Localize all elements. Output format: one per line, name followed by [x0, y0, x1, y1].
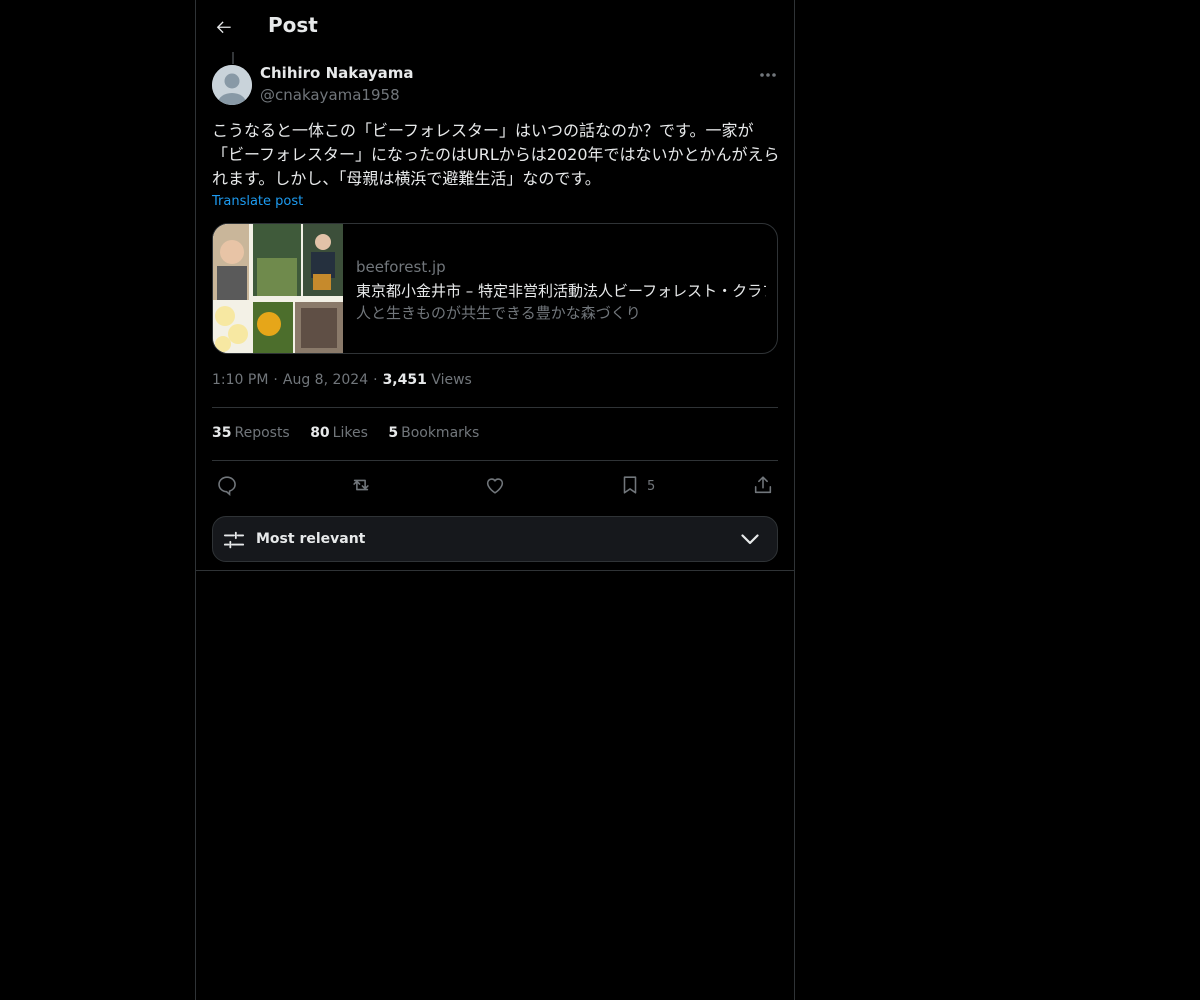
- bookmarks-stat[interactable]: 5 Bookmarks: [388, 425, 479, 441]
- sliders-icon: [223, 531, 245, 549]
- default-avatar-icon: [212, 65, 252, 105]
- divider: [196, 570, 794, 571]
- thread-line: [232, 52, 234, 64]
- divider: [212, 460, 778, 461]
- share-button[interactable]: [752, 472, 774, 498]
- chevron-down-icon: [741, 534, 759, 545]
- avatar[interactable]: [212, 65, 252, 105]
- repost-button[interactable]: [350, 472, 372, 498]
- link-card-domain: beeforest.jp: [356, 258, 446, 276]
- share-icon: [754, 476, 772, 494]
- bookmark-count: 5: [647, 478, 656, 494]
- repost-icon: [353, 479, 369, 491]
- like-button[interactable]: [484, 472, 506, 498]
- page-title: Post: [268, 13, 318, 37]
- views-label: Views: [431, 372, 472, 388]
- reply-button[interactable]: [216, 472, 238, 498]
- back-button[interactable]: [208, 11, 240, 43]
- post-time[interactable]: 1:10 PM: [212, 372, 268, 388]
- post-header: Post: [196, 0, 794, 54]
- bookmark-button[interactable]: 5: [619, 472, 655, 498]
- arrow-left-icon: [216, 21, 231, 34]
- link-card-thumbnail: [213, 224, 343, 353]
- meta-separator: ·: [273, 372, 278, 388]
- likes-stat[interactable]: 80 Likes: [310, 425, 368, 441]
- more-options-button[interactable]: [756, 64, 780, 86]
- engagement-stats: 35 Reposts 80 Likes 5 Bookmarks: [212, 425, 495, 441]
- post-text: こうなると一体この「ビーフォレスター」はいつの話なのか？です。一家が「ビーフォレ…: [212, 121, 780, 188]
- reply-icon: [218, 476, 236, 496]
- author-name[interactable]: Chihiro Nakayama: [260, 64, 414, 82]
- post-meta: 1:10 PM · Aug 8, 2024 · 3,451 Views: [212, 372, 472, 388]
- sort-label: Most relevant: [256, 531, 366, 547]
- main-column: Post Chihiro Nakayama @cnakayama1958 こうな…: [195, 0, 795, 1000]
- link-card-title: 東京都小金井市 – 特定非営利活動法人ビーフォレスト・クラブ: [356, 282, 766, 300]
- divider: [212, 407, 778, 408]
- link-card-description: 人と生きものが共生できる豊かな森づくり: [356, 304, 641, 322]
- sort-replies-dropdown[interactable]: Most relevant: [212, 516, 778, 562]
- link-card[interactable]: beeforest.jp 東京都小金井市 – 特定非営利活動法人ビーフォレスト・…: [212, 223, 778, 354]
- reposts-stat[interactable]: 35 Reposts: [212, 425, 290, 441]
- meta-separator: ·: [373, 372, 378, 388]
- more-horizontal-icon: [760, 73, 776, 77]
- heart-icon: [486, 478, 504, 494]
- views-count: 3,451: [382, 372, 427, 388]
- post-date[interactable]: Aug 8, 2024: [283, 372, 368, 388]
- bookmark-icon: [623, 476, 637, 494]
- translate-post-link[interactable]: Translate post: [212, 194, 303, 209]
- author-handle[interactable]: @cnakayama1958: [260, 86, 400, 104]
